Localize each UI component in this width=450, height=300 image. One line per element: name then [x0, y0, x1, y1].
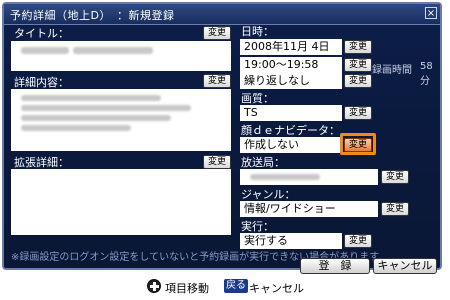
- redacted-text: [73, 47, 153, 54]
- dpad-icon: [147, 279, 161, 293]
- detail-change-button[interactable]: 変更: [203, 74, 232, 88]
- redacted-text: [250, 174, 320, 180]
- detail-label: 詳細内容：: [14, 76, 69, 89]
- move-hint: 項目移動: [165, 282, 209, 295]
- repeat-change-button[interactable]: 変更: [344, 74, 373, 88]
- navi-label: 顔ｄｅナビデータ：: [241, 124, 340, 137]
- datetime-label: 日時：: [241, 25, 274, 38]
- title-label: タイトル：: [14, 27, 69, 40]
- extended-field[interactable]: [11, 169, 231, 235]
- navi-value: 作成しない: [240, 137, 342, 153]
- date-value: 2008年11月 4日(火): [240, 39, 342, 68]
- extended-label: 拡張詳細：: [14, 156, 69, 169]
- date-change-button[interactable]: 変更: [344, 40, 373, 54]
- redacted-text: [21, 105, 191, 111]
- quality-value: TS: [240, 105, 342, 121]
- navi-change-button[interactable]: 変更: [344, 138, 373, 152]
- exec-change-button[interactable]: 変更: [344, 234, 373, 248]
- repeat-value: 繰り返しなし: [240, 73, 342, 89]
- exec-label: 実行：: [241, 220, 274, 233]
- exec-value: 実行する: [240, 233, 342, 249]
- close-icon[interactable]: ×: [425, 7, 437, 19]
- register-button[interactable]: 登 録: [300, 258, 370, 274]
- genre-value: 情報/ワイドショー: [240, 201, 378, 217]
- redacted-text: [21, 47, 69, 54]
- quality-change-button[interactable]: 変更: [344, 106, 373, 120]
- cancel-button[interactable]: キャンセル: [373, 258, 437, 274]
- cancel-hint: キャンセル: [249, 282, 304, 295]
- station-label: 放送局：: [241, 156, 285, 169]
- title-field[interactable]: [11, 41, 231, 71]
- extended-change-button[interactable]: 変更: [203, 155, 232, 169]
- footer-hints: 項目移動 戻る キャンセル: [0, 276, 450, 300]
- duration-value: 58分: [420, 61, 433, 87]
- dialog-titlebar: 予約詳細（地上D） ：新規登録 ×: [4, 4, 440, 25]
- dialog-title: 予約詳細（地上D） ：新規登録: [10, 9, 175, 22]
- genre-label: ジャンル：: [241, 188, 296, 201]
- redacted-text: [21, 95, 161, 101]
- quality-label: 画質：: [241, 92, 274, 105]
- redacted-text: [21, 125, 131, 131]
- station-change-button[interactable]: 変更: [381, 170, 410, 184]
- station-value: [240, 169, 378, 185]
- duration-label: 録画時間: [372, 65, 412, 76]
- detail-field[interactable]: [11, 89, 231, 151]
- genre-change-button[interactable]: 変更: [381, 202, 410, 216]
- reservation-dialog: 予約詳細（地上D） ：新規登録 × タイトル： 変更 詳細内容： 変更 拡張詳細…: [2, 2, 442, 274]
- time-value: 19:00～19:58: [240, 57, 342, 73]
- time-change-button[interactable]: 変更: [344, 58, 373, 72]
- title-change-button[interactable]: 変更: [203, 26, 232, 40]
- redacted-text: [21, 115, 171, 121]
- back-key-icon: 戻る: [224, 279, 248, 293]
